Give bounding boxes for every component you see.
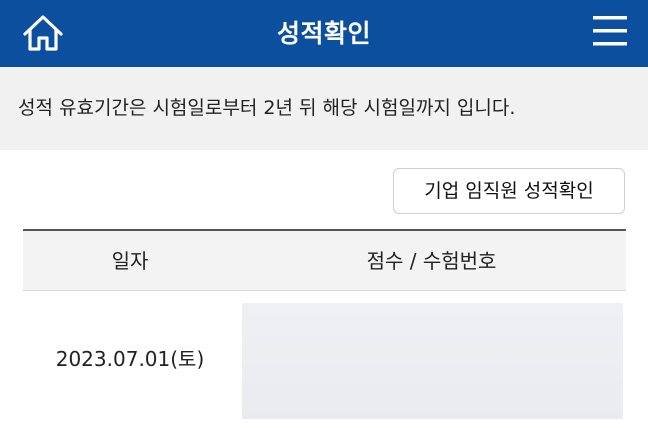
score-table: 일자 점수 / 수험번호 2023.07.01(토)	[23, 229, 626, 428]
menu-button[interactable]	[590, 12, 632, 52]
employee-score-confirm-button[interactable]: 기업 임직원 성적확인	[393, 168, 625, 214]
table-row: 2023.07.01(토)	[23, 291, 626, 428]
home-icon	[23, 15, 63, 51]
validity-notice-text: 성적 유효기간은 시험일로부터 2년 뒤 해당 시험일까지 입니다.	[18, 97, 516, 119]
column-header-score: 점수 / 수험번호	[366, 249, 497, 273]
home-button[interactable]	[20, 10, 66, 56]
page-title: 성적확인	[276, 19, 371, 48]
exam-date-cell: 2023.07.01(토)	[55, 347, 205, 371]
table-header: 일자 점수 / 수험번호	[23, 229, 626, 291]
column-header-date: 일자	[111, 249, 149, 273]
score-cell-redacted	[242, 303, 623, 419]
notice-banner: 성적 유효기간은 시험일로부터 2년 뒤 해당 시험일까지 입니다.	[0, 67, 648, 150]
hamburger-menu-icon	[593, 16, 627, 46]
app-header: 성적확인	[0, 0, 648, 67]
